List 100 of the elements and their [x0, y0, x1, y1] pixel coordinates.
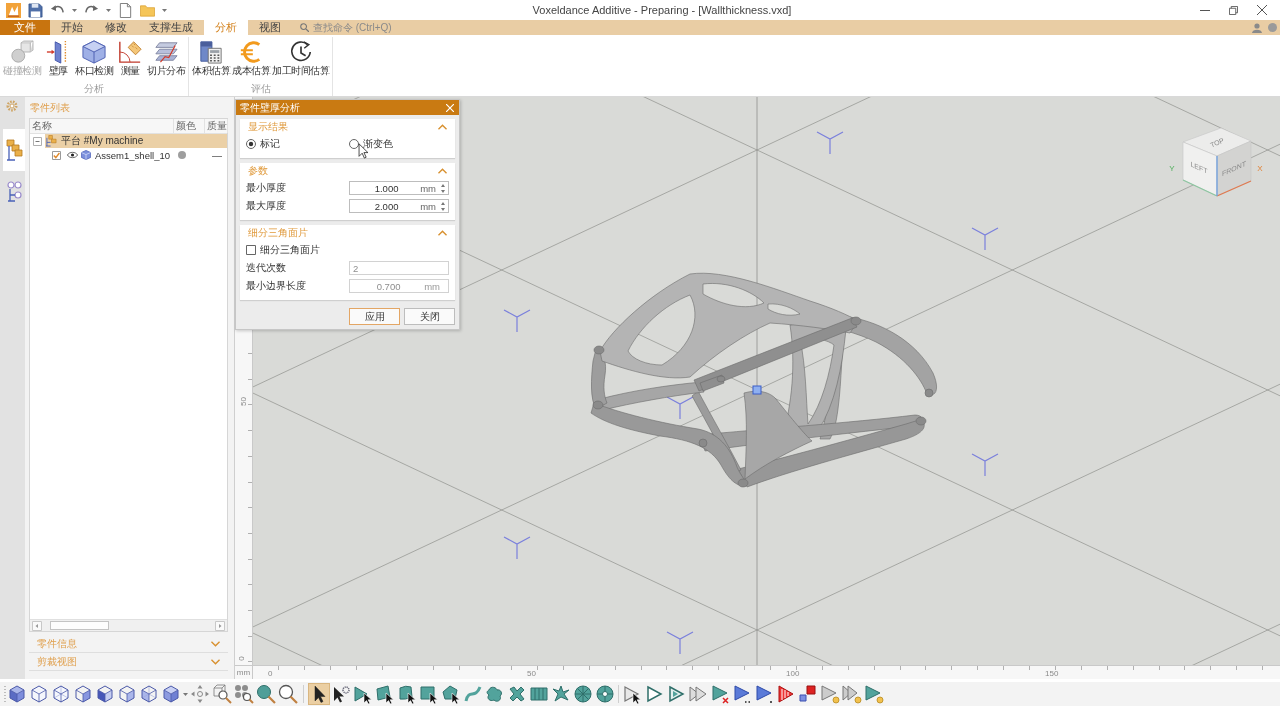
cube-view-icon[interactable]: [29, 684, 49, 704]
column-header[interactable]: 颜色: [174, 119, 205, 133]
number-field[interactable]: 1.000 mm: [349, 181, 449, 195]
triangle-cursor-icon[interactable]: [353, 684, 373, 704]
triangle-dots-icon[interactable]: [732, 684, 752, 704]
quad-cursor-icon[interactable]: [375, 684, 395, 704]
eye-icon[interactable]: [67, 151, 78, 159]
ribbon-command-button[interactable]: 切片分布: [146, 40, 186, 78]
pentagon-cursor-icon[interactable]: [441, 684, 461, 704]
cube-view-icon[interactable]: [73, 684, 93, 704]
ribbon-tab[interactable]: 开始: [50, 20, 94, 35]
zoom-dots-icon[interactable]: [234, 684, 254, 704]
triangle-cursor-icon[interactable]: [622, 684, 642, 704]
dialog-button[interactable]: 关闭: [404, 308, 455, 325]
pan-icon[interactable]: [190, 684, 210, 704]
ribbon-tab[interactable]: 视图: [248, 20, 292, 35]
checkbox[interactable]: [52, 150, 61, 160]
side-tab[interactable]: [3, 129, 25, 171]
ribbon-command-button[interactable]: 壁厚: [42, 40, 74, 78]
wheel-icon[interactable]: [573, 684, 593, 704]
radio-button[interactable]: [246, 139, 256, 149]
cube-view-icon[interactable]: [95, 684, 115, 704]
clock-icon[interactable]: [288, 40, 313, 64]
save-icon[interactable]: [28, 2, 43, 18]
cube-view-icon[interactable]: [117, 684, 137, 704]
cursor-gear-icon[interactable]: [331, 684, 351, 704]
layers-chart-icon[interactable]: [154, 40, 178, 64]
angle-ruler-icon[interactable]: [118, 40, 142, 64]
boxes-tree-icon: [5, 139, 23, 161]
caret-icon[interactable]: [106, 8, 111, 12]
cube-view-icon[interactable]: [161, 684, 181, 704]
ribbon-tab[interactable]: 支撑生成: [138, 20, 204, 35]
star-shape-icon[interactable]: [551, 684, 571, 704]
axis-marker-icon: [971, 453, 999, 477]
cross-shape-icon[interactable]: [507, 684, 527, 704]
radio-label: 标记: [260, 137, 280, 151]
scrollbar-thumb[interactable]: [50, 621, 109, 630]
wheel-icon[interactable]: [595, 684, 615, 704]
ribbon-command-button[interactable]: 加工时间估算: [271, 40, 330, 78]
quality-cell-text: —: [211, 149, 223, 161]
zoom-sphere-icon[interactable]: [256, 684, 276, 704]
number-field[interactable]: 2.000 mm: [349, 199, 449, 213]
triangle-icon[interactable]: [666, 684, 686, 704]
square-cursor-icon[interactable]: [419, 684, 439, 704]
tree-row[interactable]: 平台 #My machine: [45, 134, 227, 148]
ribbon-command-button[interactable]: 杯口检测: [74, 40, 114, 78]
unit-label: mm: [424, 280, 440, 292]
blob-icon[interactable]: [485, 684, 505, 704]
triangle-cross-icon[interactable]: [710, 684, 730, 704]
panel-title: 零件列表: [29, 101, 70, 115]
triangle-icon[interactable]: [644, 684, 664, 704]
triangle-bulb-icon[interactable]: [864, 684, 884, 704]
new-file-icon[interactable]: [118, 2, 133, 18]
dialog-button[interactable]: 应用: [349, 308, 400, 325]
lattice-model-drawing[interactable]: [590, 272, 937, 488]
ribbon-command-button[interactable]: 测量: [114, 40, 146, 78]
collapse-toggle-icon[interactable]: [33, 136, 42, 146]
ruler-label: 0: [236, 656, 246, 661]
cube-icon: [81, 150, 91, 160]
ribbon-command-button[interactable]: 成本估算: [231, 40, 271, 78]
double-triangle-icon[interactable]: [688, 684, 708, 704]
cube-view-icon[interactable]: [139, 684, 159, 704]
axis-marker-icon: [971, 227, 999, 251]
file-menu-tab[interactable]: 文件: [0, 20, 50, 35]
zoom-cube-icon[interactable]: [212, 684, 232, 704]
cubes-icon[interactable]: [798, 684, 818, 704]
ribbon-tab[interactable]: 修改: [94, 20, 138, 35]
zoom-icon[interactable]: [278, 684, 298, 704]
triangle-icon[interactable]: [754, 684, 774, 704]
window-title: Voxeldance Additive - Preparing - [Wallthickness.vxd]: [532, 4, 792, 16]
ribbon-command-button[interactable]: 体积估算: [191, 40, 231, 78]
close-icon[interactable]: [1257, 5, 1267, 15]
radio-button[interactable]: [349, 139, 359, 149]
unit-label: mm: [420, 200, 436, 212]
cube-icon[interactable]: [82, 40, 106, 64]
search-icon: [300, 23, 309, 32]
restore-icon[interactable]: [1229, 5, 1238, 15]
rounded-quad-cursor-icon[interactable]: [397, 684, 417, 704]
cube-view-icon[interactable]: [51, 684, 71, 704]
group-label: 分析: [84, 83, 104, 95]
checkbox[interactable]: [246, 245, 256, 255]
circles-tree-icon: [6, 181, 22, 203]
caret-icon[interactable]: [183, 692, 188, 696]
spinner-icon[interactable]: [441, 183, 445, 193]
column-header[interactable]: 名称: [30, 119, 174, 133]
triangle-bulb-icon[interactable]: [820, 684, 840, 704]
caret-icon[interactable]: [162, 8, 167, 12]
tree-item-label[interactable]: Assem1_shell_10: [94, 149, 171, 161]
double-triangle-bulb-icon[interactable]: [842, 684, 862, 704]
calculator-icon[interactable]: [199, 40, 223, 64]
minimize-icon[interactable]: [1200, 9, 1210, 11]
pivot-handle-icon[interactable]: [752, 385, 762, 395]
grid-shape-icon[interactable]: [529, 684, 549, 704]
spinner-icon[interactable]: [441, 201, 445, 211]
caret-icon[interactable]: [72, 8, 77, 12]
column-header[interactable]: 质量: [205, 119, 228, 133]
arrow-cursor-icon[interactable]: [309, 684, 329, 704]
cube-view-icon[interactable]: [7, 684, 27, 704]
horizontal-scrollbar[interactable]: [30, 619, 227, 631]
striped-triangle-icon[interactable]: [776, 684, 796, 704]
